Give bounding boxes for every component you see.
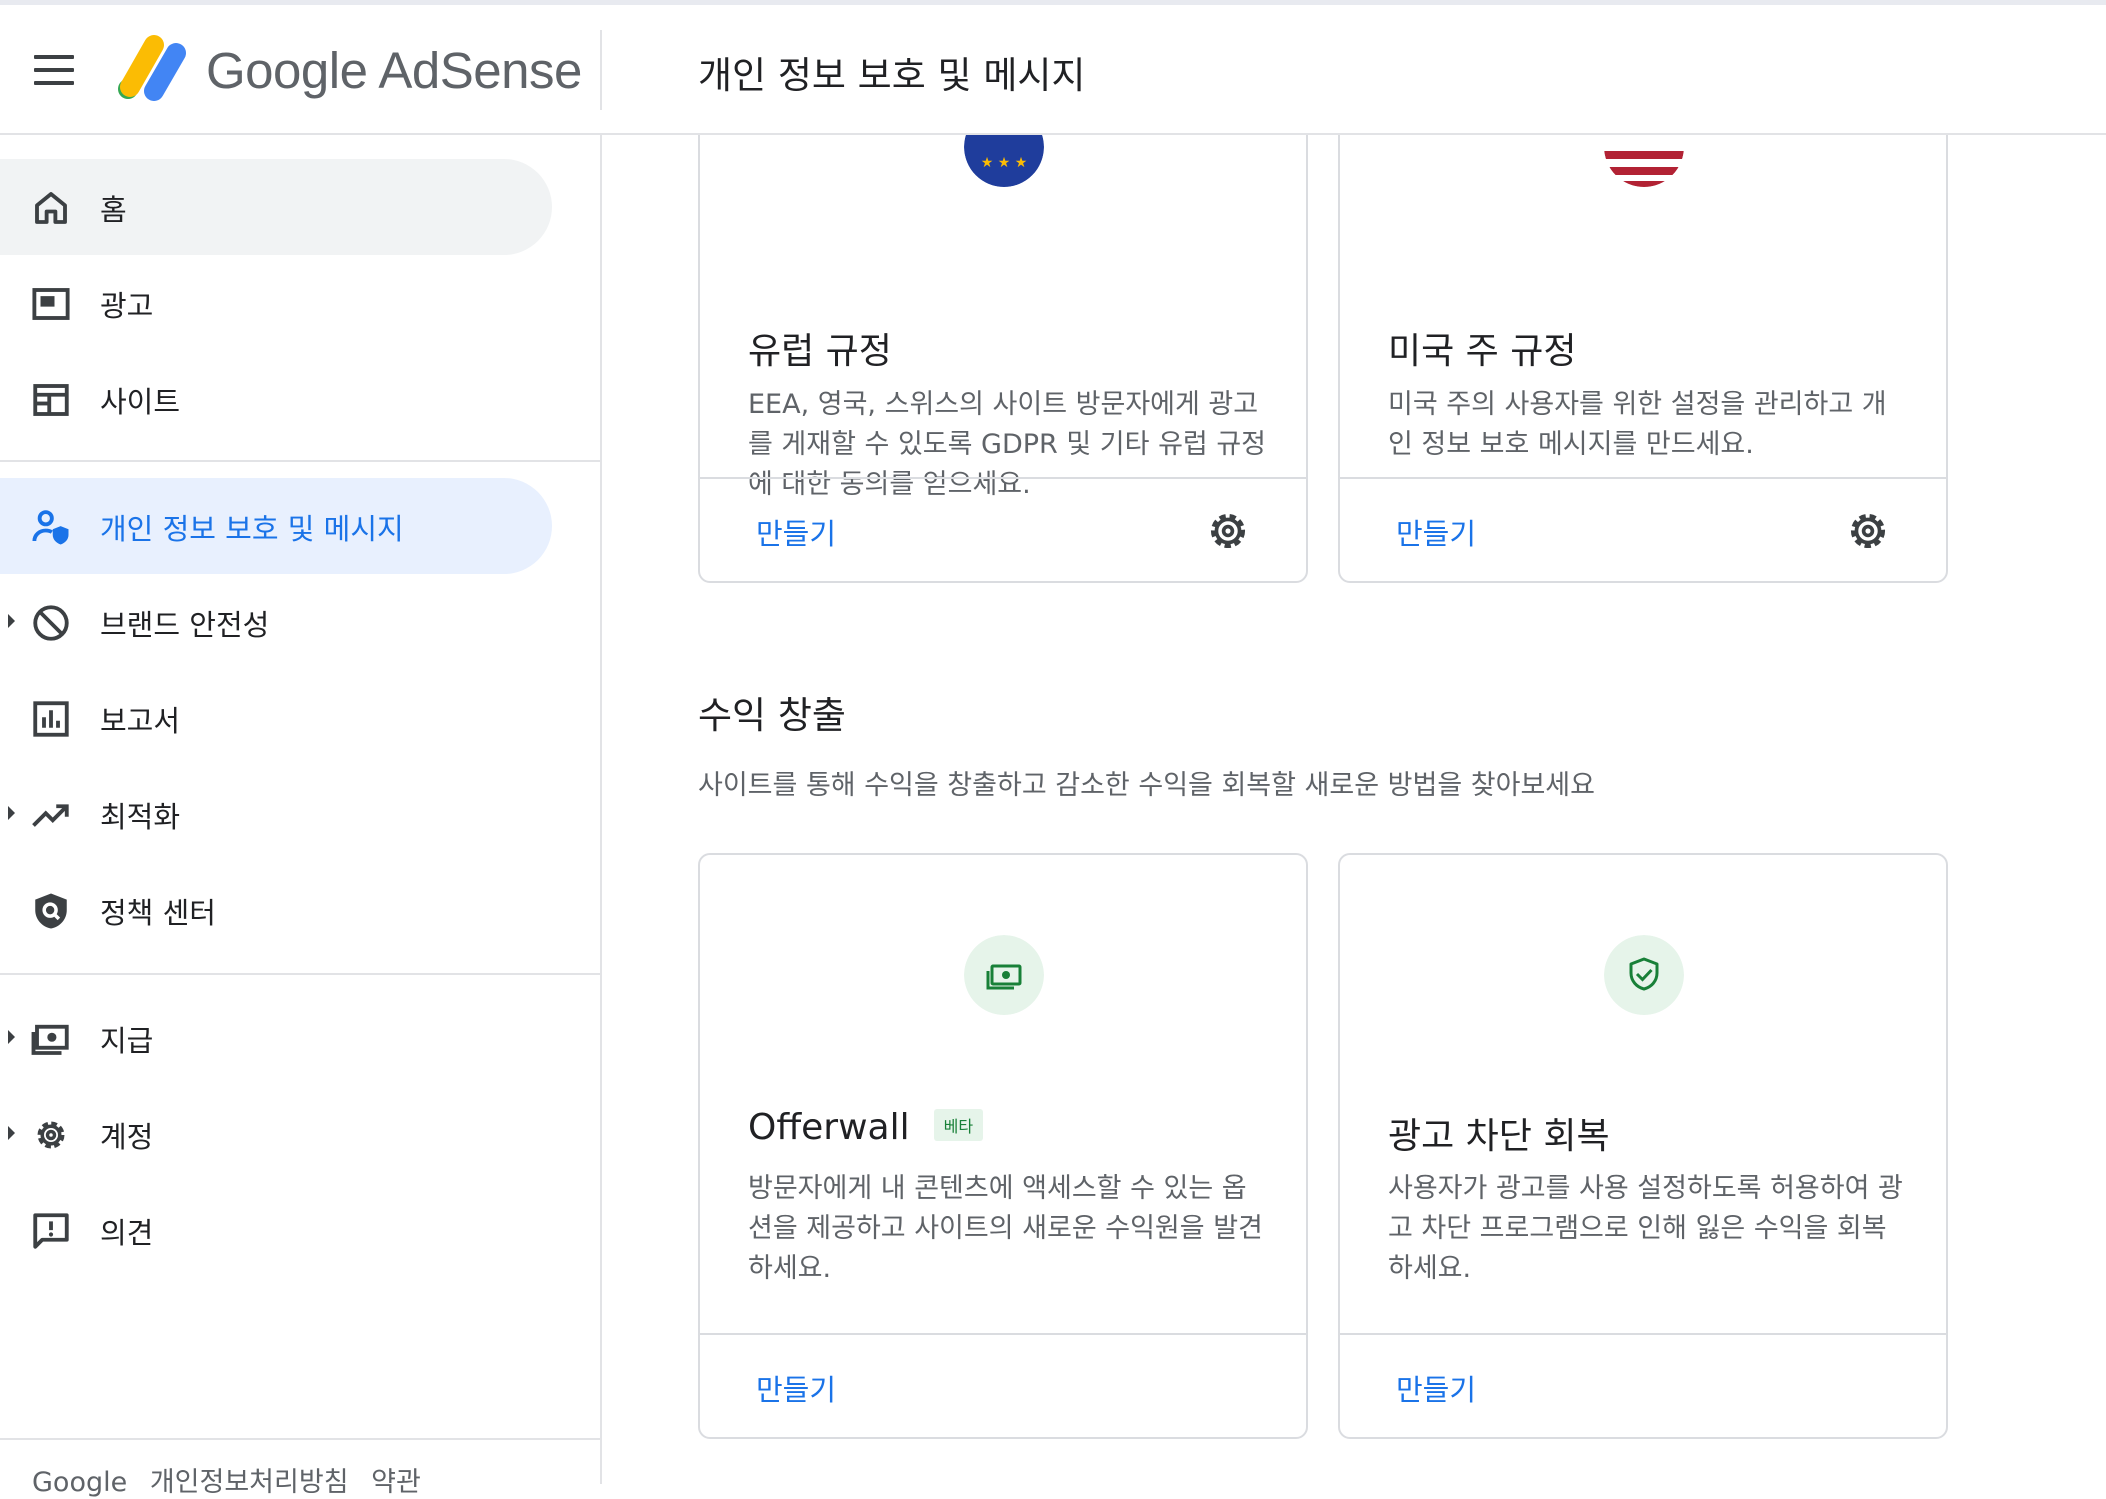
- sidebar-item-label: 사이트: [100, 385, 181, 419]
- brand-google: Google: [206, 42, 368, 99]
- card-title: Offerwall 베타: [748, 1107, 984, 1148]
- card-description: 사용자가 광고를 사용 설정하도록 허용하여 광고 차단 프로그램으로 인해 잃…: [1388, 1173, 1903, 1284]
- section-title: 수익 창출: [698, 694, 846, 737]
- sidebar-item-policy-center[interactable]: 정책 센터: [0, 862, 552, 958]
- expand-caret-icon[interactable]: [8, 614, 15, 628]
- card-europe-regulations: ★ ★ ★ 유럽 규정 EEA, 영국, 스위스의 사이트 방문자에게 광고를 …: [698, 135, 1308, 583]
- sidebar-item-label: 브랜드 안전성: [100, 608, 270, 642]
- footer-google: Google: [32, 1467, 128, 1498]
- sidebar-item-label: 의견: [100, 1216, 154, 1250]
- footer-links: Google 개인정보처리방침 약관: [32, 1460, 435, 1499]
- create-button[interactable]: 만들기: [756, 1367, 836, 1409]
- app-header: Google AdSense 개인 정보 보호 및 메시지: [0, 5, 2106, 135]
- card-footer: 만들기: [1340, 477, 1946, 581]
- expand-caret-icon[interactable]: [8, 1126, 15, 1140]
- gear-icon[interactable]: [1206, 509, 1250, 553]
- sidebar-item-label: 홈: [100, 193, 127, 227]
- expand-caret-icon[interactable]: [8, 1030, 15, 1044]
- brand-product: AdSense: [378, 42, 582, 99]
- us-flag-icon: [1604, 135, 1684, 187]
- card-title-text: Offerwall: [748, 1107, 910, 1148]
- card-footer: 만들기: [700, 477, 1306, 581]
- sidebar-item-reports[interactable]: 보고서: [0, 670, 552, 766]
- card-footer: 만들기: [1340, 1333, 1946, 1437]
- card-ad-block-recovery: 광고 차단 회복 사용자가 광고를 사용 설정하도록 허용하여 광고 차단 프로…: [1338, 853, 1948, 1439]
- money-icon: [964, 935, 1044, 1015]
- beta-badge: 베타: [933, 1109, 984, 1141]
- card-description: 방문자에게 내 콘텐츠에 액세스할 수 있는 옵션을 제공하고 사이트의 새로운…: [748, 1173, 1263, 1284]
- sidebar-item-ads[interactable]: 광고: [0, 255, 552, 351]
- sidebar-item-label: 최적화: [100, 800, 181, 834]
- sidebar-item-label: 개인 정보 보호 및 메시지: [100, 512, 404, 546]
- create-button[interactable]: 만들기: [1396, 511, 1476, 553]
- home-icon: [35, 192, 67, 224]
- svg-text:★ ★ ★: ★ ★ ★: [981, 155, 1028, 171]
- sidebar-item-sites[interactable]: 사이트: [0, 351, 552, 447]
- sidebar-divider: [0, 460, 600, 462]
- sidebar-divider: [0, 1438, 600, 1440]
- sidebar-divider: [0, 973, 600, 975]
- sidebar: 홈 광고 사이트 개인 정보 보호 및 메시지 브랜드 안전성 보고서 최적화 …: [0, 135, 602, 1498]
- sidebar-item-payments[interactable]: 지급: [0, 990, 552, 1086]
- sidebar-item-feedback[interactable]: 의견: [0, 1182, 552, 1278]
- ads-icon: [32, 288, 70, 320]
- card-title: 광고 차단 회복: [1388, 1116, 1610, 1157]
- menu-icon[interactable]: [34, 55, 74, 85]
- sidebar-item-account[interactable]: 계정: [0, 1086, 552, 1182]
- card-title: 유럽 규정: [748, 331, 892, 372]
- card-description: 미국 주의 사용자를 위한 설정을 관리하고 개인 정보 보호 메시지를 만드세…: [1388, 389, 1887, 460]
- card-footer: 만들기: [700, 1333, 1306, 1437]
- main-content: ★ ★ ★ 유럽 규정 EEA, 영국, 스위스의 사이트 방문자에게 광고를 …: [602, 135, 2106, 1484]
- header-divider: [600, 30, 602, 110]
- shield-check-icon: [1604, 935, 1684, 1015]
- privacy-messaging-icon: [32, 510, 69, 545]
- sidebar-item-label: 계정: [100, 1120, 154, 1154]
- create-button[interactable]: 만들기: [756, 511, 836, 553]
- sidebar-item-privacy-messaging[interactable]: 개인 정보 보호 및 메시지: [0, 478, 552, 574]
- sidebar-item-label: 정책 센터: [100, 896, 216, 930]
- adsense-logo-icon: [118, 35, 186, 101]
- section-description: 사이트를 통해 수익을 창출하고 감소한 수익을 회복할 새로운 방법을 찾아보…: [698, 770, 1595, 801]
- reports-icon: [33, 701, 69, 737]
- sidebar-item-label: 광고: [100, 289, 154, 323]
- gear-icon: [37, 1121, 65, 1149]
- eu-flag-icon: ★ ★ ★: [964, 135, 1044, 187]
- create-button[interactable]: 만들기: [1396, 1367, 1476, 1409]
- gear-icon[interactable]: [1846, 509, 1890, 553]
- sidebar-item-label: 지급: [100, 1024, 154, 1058]
- card-offerwall: Offerwall 베타 방문자에게 내 콘텐츠에 액세스할 수 있는 옵션을 제…: [698, 853, 1308, 1439]
- block-icon: [33, 605, 69, 641]
- footer-privacy-link[interactable]: 개인정보처리방침: [150, 1467, 349, 1498]
- sidebar-item-label: 보고서: [100, 704, 181, 738]
- page-title: 개인 정보 보호 및 메시지: [698, 54, 1086, 97]
- shield-search-icon: [35, 893, 67, 929]
- sidebar-item-home[interactable]: 홈: [0, 159, 552, 255]
- feedback-icon: [33, 1213, 69, 1249]
- footer-terms-link[interactable]: 약관: [371, 1467, 421, 1498]
- sites-icon: [33, 384, 69, 416]
- card-title: 미국 주 규정: [1388, 331, 1577, 372]
- trending-up-icon: [32, 804, 69, 827]
- sidebar-item-optimization[interactable]: 최적화: [0, 766, 552, 862]
- payments-icon: [31, 1024, 69, 1055]
- card-us-state-regulations: 미국 주 규정 미국 주의 사용자를 위한 설정을 관리하고 개인 정보 보호 …: [1338, 135, 1948, 583]
- brand-name: Google AdSense: [206, 41, 582, 100]
- sidebar-item-brand-safety[interactable]: 브랜드 안전성: [0, 574, 552, 670]
- expand-caret-icon[interactable]: [8, 806, 15, 820]
